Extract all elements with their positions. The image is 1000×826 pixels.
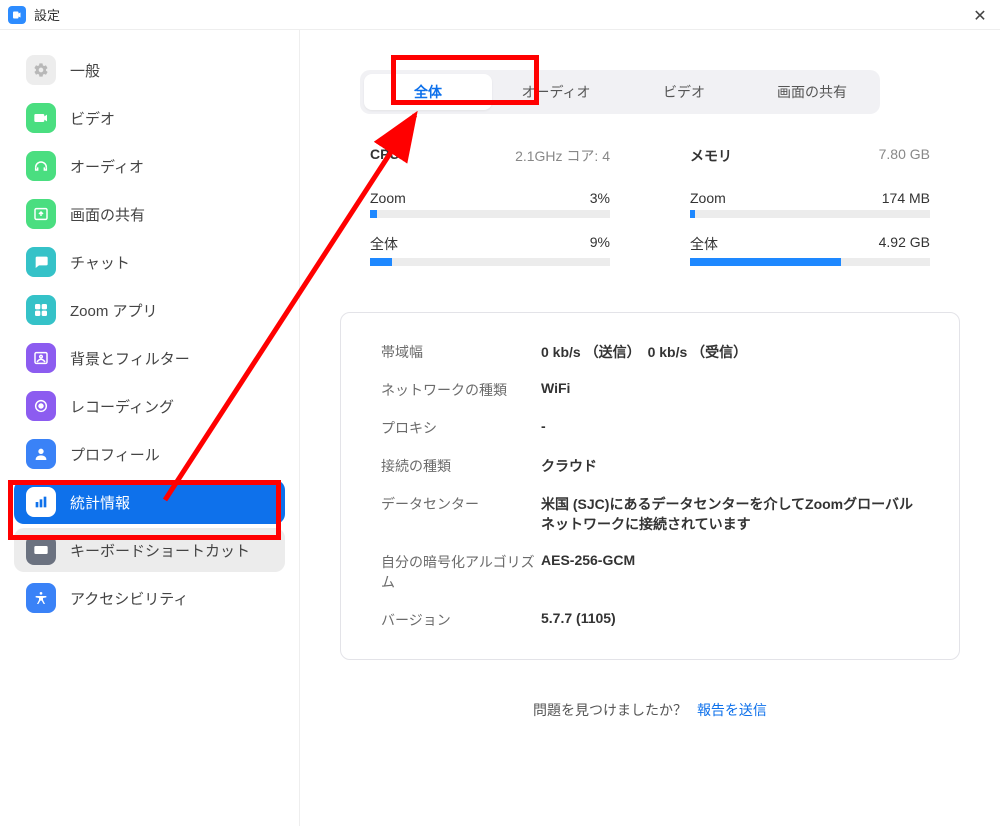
sidebar-item-label: レコーディング	[70, 396, 174, 417]
sidebar-item-label: チャット	[70, 252, 130, 273]
memory-bar-track	[690, 258, 930, 266]
share-icon	[26, 199, 56, 229]
cpu-bar-track	[370, 258, 610, 266]
keyboard-icon	[26, 535, 56, 565]
info-row: ネットワークの種類WiFi	[381, 371, 919, 409]
video-icon	[26, 103, 56, 133]
sidebar: 一般ビデオオーディオ画面の共有チャット Zoom アプリ背景とフィルターレコーディ…	[0, 30, 300, 826]
audio-icon	[26, 151, 56, 181]
sidebar-item-label: Zoom アプリ	[70, 300, 158, 321]
cpu-bar-track	[370, 210, 610, 218]
recording-icon	[26, 391, 56, 421]
sidebar-item-general[interactable]: 一般	[14, 48, 285, 92]
cpu-column: CPU 2.1GHz コア: 4 Zoom 3% 全体 9%	[370, 146, 610, 282]
sidebar-item-recording[interactable]: レコーディング	[14, 384, 285, 428]
info-key: 接続の種類	[381, 456, 541, 476]
info-value: AES-256-GCM	[541, 552, 635, 592]
info-row: 自分の暗号化アルゴリズムAES-256-GCM	[381, 543, 919, 601]
chat-icon	[26, 247, 56, 277]
sidebar-item-label: アクセシビリティ	[70, 588, 188, 609]
cpu-row: Zoom 3%	[370, 190, 610, 218]
info-value: 米国 (SJC)にあるデータセンターを介してZoomグローバルネットワークに接続…	[541, 494, 919, 534]
sidebar-item-apps[interactable]: Zoom アプリ	[14, 288, 285, 332]
sidebar-item-label: 背景とフィルター	[70, 348, 190, 369]
memory-row: Zoom 174 MB	[690, 190, 930, 218]
window-title: 設定	[34, 5, 60, 24]
sidebar-item-label: 一般	[70, 60, 100, 81]
cpu-title: CPU	[370, 146, 400, 166]
memory-bar-fill	[690, 210, 695, 218]
memory-bar-track	[690, 210, 930, 218]
sidebar-item-background[interactable]: 背景とフィルター	[14, 336, 285, 380]
sidebar-item-chat[interactable]: チャット	[14, 240, 285, 284]
info-panel: 帯域幅0 kb/s （送信） 0 kb/s （受信）ネットワークの種類WiFiプ…	[340, 312, 960, 660]
general-icon	[26, 55, 56, 85]
info-key: 自分の暗号化アルゴリズム	[381, 552, 541, 592]
info-key: データセンター	[381, 494, 541, 534]
tab-audio[interactable]: オーディオ	[492, 74, 620, 110]
sidebar-item-label: プロフィール	[70, 444, 160, 465]
sidebar-item-keyboard[interactable]: キーボードショートカット	[14, 528, 285, 572]
info-value: クラウド	[541, 456, 597, 476]
memory-label: Zoom	[690, 190, 726, 206]
sidebar-item-label: オーディオ	[70, 156, 144, 177]
memory-column: メモリ 7.80 GB Zoom 174 MB 全体 4.92 GB	[690, 146, 930, 282]
cpu-label: 全体	[370, 234, 398, 254]
titlebar: 設定 ✕	[0, 0, 1000, 30]
app-icon	[8, 6, 26, 24]
background-icon	[26, 343, 56, 373]
memory-value: 174 MB	[882, 190, 930, 206]
memory-value: 4.92 GB	[879, 234, 930, 254]
info-value: WiFi	[541, 380, 570, 400]
memory-bar-fill	[690, 258, 841, 266]
info-value: 5.7.7 (1105)	[541, 610, 616, 630]
info-row: 帯域幅0 kb/s （送信） 0 kb/s （受信）	[381, 333, 919, 371]
report-link[interactable]: 報告を送信	[697, 702, 767, 718]
sidebar-item-profile[interactable]: プロフィール	[14, 432, 285, 476]
cpu-value: 3%	[590, 190, 610, 206]
info-value: -	[541, 418, 546, 438]
info-row: バージョン5.7.7 (1105)	[381, 601, 919, 639]
info-key: プロキシ	[381, 418, 541, 438]
cpu-subtitle: 2.1GHz コア: 4	[515, 146, 610, 166]
memory-title: メモリ	[690, 146, 732, 166]
memory-label: 全体	[690, 234, 718, 254]
stats-icon	[26, 487, 56, 517]
cpu-bar-fill	[370, 210, 377, 218]
close-icon[interactable]: ✕	[968, 4, 992, 28]
info-row: プロキシ-	[381, 409, 919, 447]
sidebar-item-accessibility[interactable]: アクセシビリティ	[14, 576, 285, 620]
sidebar-item-label: ビデオ	[70, 108, 115, 129]
accessibility-icon	[26, 583, 56, 613]
sidebar-item-audio[interactable]: オーディオ	[14, 144, 285, 188]
profile-icon	[26, 439, 56, 469]
info-row: 接続の種類クラウド	[381, 447, 919, 485]
footer: 問題を見つけましたか？ 報告を送信	[340, 700, 960, 720]
info-key: ネットワークの種類	[381, 380, 541, 400]
content-pane: 全体オーディオビデオ画面の共有 CPU 2.1GHz コア: 4 Zoom3%全…	[300, 30, 1000, 826]
sidebar-item-label: 画面の共有	[70, 204, 145, 225]
tab-share[interactable]: 画面の共有	[748, 74, 876, 110]
info-row: データセンター米国 (SJC)にあるデータセンターを介してZoomグローバルネッ…	[381, 485, 919, 543]
sidebar-item-label: キーボードショートカット	[70, 540, 250, 561]
cpu-value: 9%	[590, 234, 610, 254]
sidebar-item-label: 統計情報	[70, 492, 130, 513]
tab-overall[interactable]: 全体	[364, 74, 492, 110]
cpu-row: 全体 9%	[370, 234, 610, 266]
info-key: 帯域幅	[381, 342, 541, 362]
cpu-label: Zoom	[370, 190, 406, 206]
apps-icon	[26, 295, 56, 325]
metrics-region: CPU 2.1GHz コア: 4 Zoom 3% 全体 9% メモリ 7.80 GB …	[370, 146, 930, 282]
memory-subtitle: 7.80 GB	[879, 146, 930, 166]
stats-tabs: 全体オーディオビデオ画面の共有	[360, 70, 880, 114]
sidebar-item-share[interactable]: 画面の共有	[14, 192, 285, 236]
tab-video[interactable]: ビデオ	[620, 74, 748, 110]
sidebar-item-video[interactable]: ビデオ	[14, 96, 285, 140]
info-key: バージョン	[381, 610, 541, 630]
memory-row: 全体 4.92 GB	[690, 234, 930, 266]
footer-question: 問題を見つけましたか？	[533, 702, 687, 718]
cpu-bar-fill	[370, 258, 392, 266]
sidebar-item-stats[interactable]: 統計情報	[14, 480, 285, 524]
info-value: 0 kb/s （送信） 0 kb/s （受信）	[541, 342, 747, 362]
